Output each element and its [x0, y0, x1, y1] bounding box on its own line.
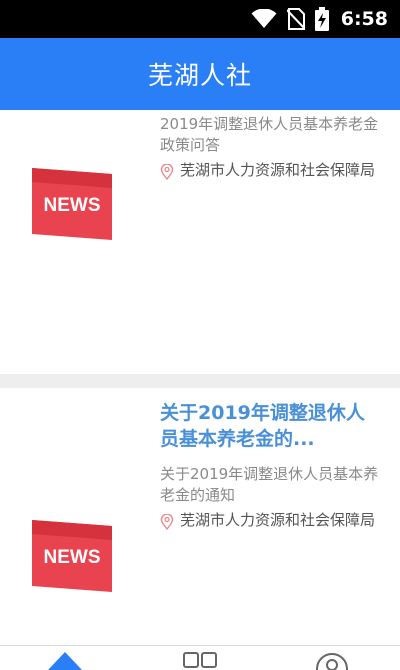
- article-source: 芜湖市人力资源和社会保障局: [160, 510, 380, 531]
- source-label: 芜湖市人力资源和社会保障局: [180, 511, 376, 529]
- thumb-text: NEWS: [44, 195, 101, 216]
- profile-icon[interactable]: [315, 652, 349, 670]
- thumb-text: NEWS: [44, 547, 101, 568]
- clock: 6:58: [340, 8, 388, 30]
- app-bar: 芜湖人社: [0, 38, 400, 110]
- battery-charging-icon: [314, 7, 329, 31]
- location-pin-icon: [160, 164, 174, 180]
- source-label: 芜湖市人力资源和社会保障局: [180, 161, 376, 179]
- article-source: 芜湖市人力资源和社会保障局: [160, 160, 380, 181]
- article-title[interactable]: 关于2019年调整退休人员基本养老金的...: [160, 400, 380, 452]
- article-text: 关于2019年调整退休人员基本养老金的... 关于2019年调整退休人员基本养老…: [160, 400, 380, 531]
- status-icons: 6:58: [251, 5, 388, 33]
- news-card[interactable]: NEWS 关于2019年调整退休人员基本养老金的... 关于2019年调整退休人…: [0, 388, 400, 645]
- wifi-icon: [251, 9, 277, 28]
- no-sim-icon: [286, 8, 305, 30]
- article-summary: 关于2019年调整退休人员基本养老金的通知: [160, 465, 379, 504]
- news-feed[interactable]: NEWS 2019年调整退休人员基本养老金政策问答 芜湖市人力资源和社会保障局 …: [0, 110, 400, 645]
- home-icon[interactable]: [48, 652, 82, 670]
- status-bar: 6:58: [0, 0, 400, 38]
- grid-icon[interactable]: [183, 652, 217, 670]
- card-divider: [0, 374, 400, 388]
- news-thumbnail-icon: NEWS: [32, 520, 112, 592]
- article-text: 2019年调整退休人员基本养老金政策问答 芜湖市人力资源和社会保障局: [160, 114, 380, 181]
- news-thumbnail-icon: NEWS: [32, 168, 112, 240]
- article-summary: 2019年调整退休人员基本养老金政策问答: [160, 115, 379, 154]
- bottom-nav: [0, 645, 400, 670]
- news-card[interactable]: NEWS 2019年调整退休人员基本养老金政策问答 芜湖市人力资源和社会保障局: [0, 110, 400, 374]
- page-title: 芜湖人社: [147, 61, 252, 90]
- location-pin-icon: [160, 514, 174, 530]
